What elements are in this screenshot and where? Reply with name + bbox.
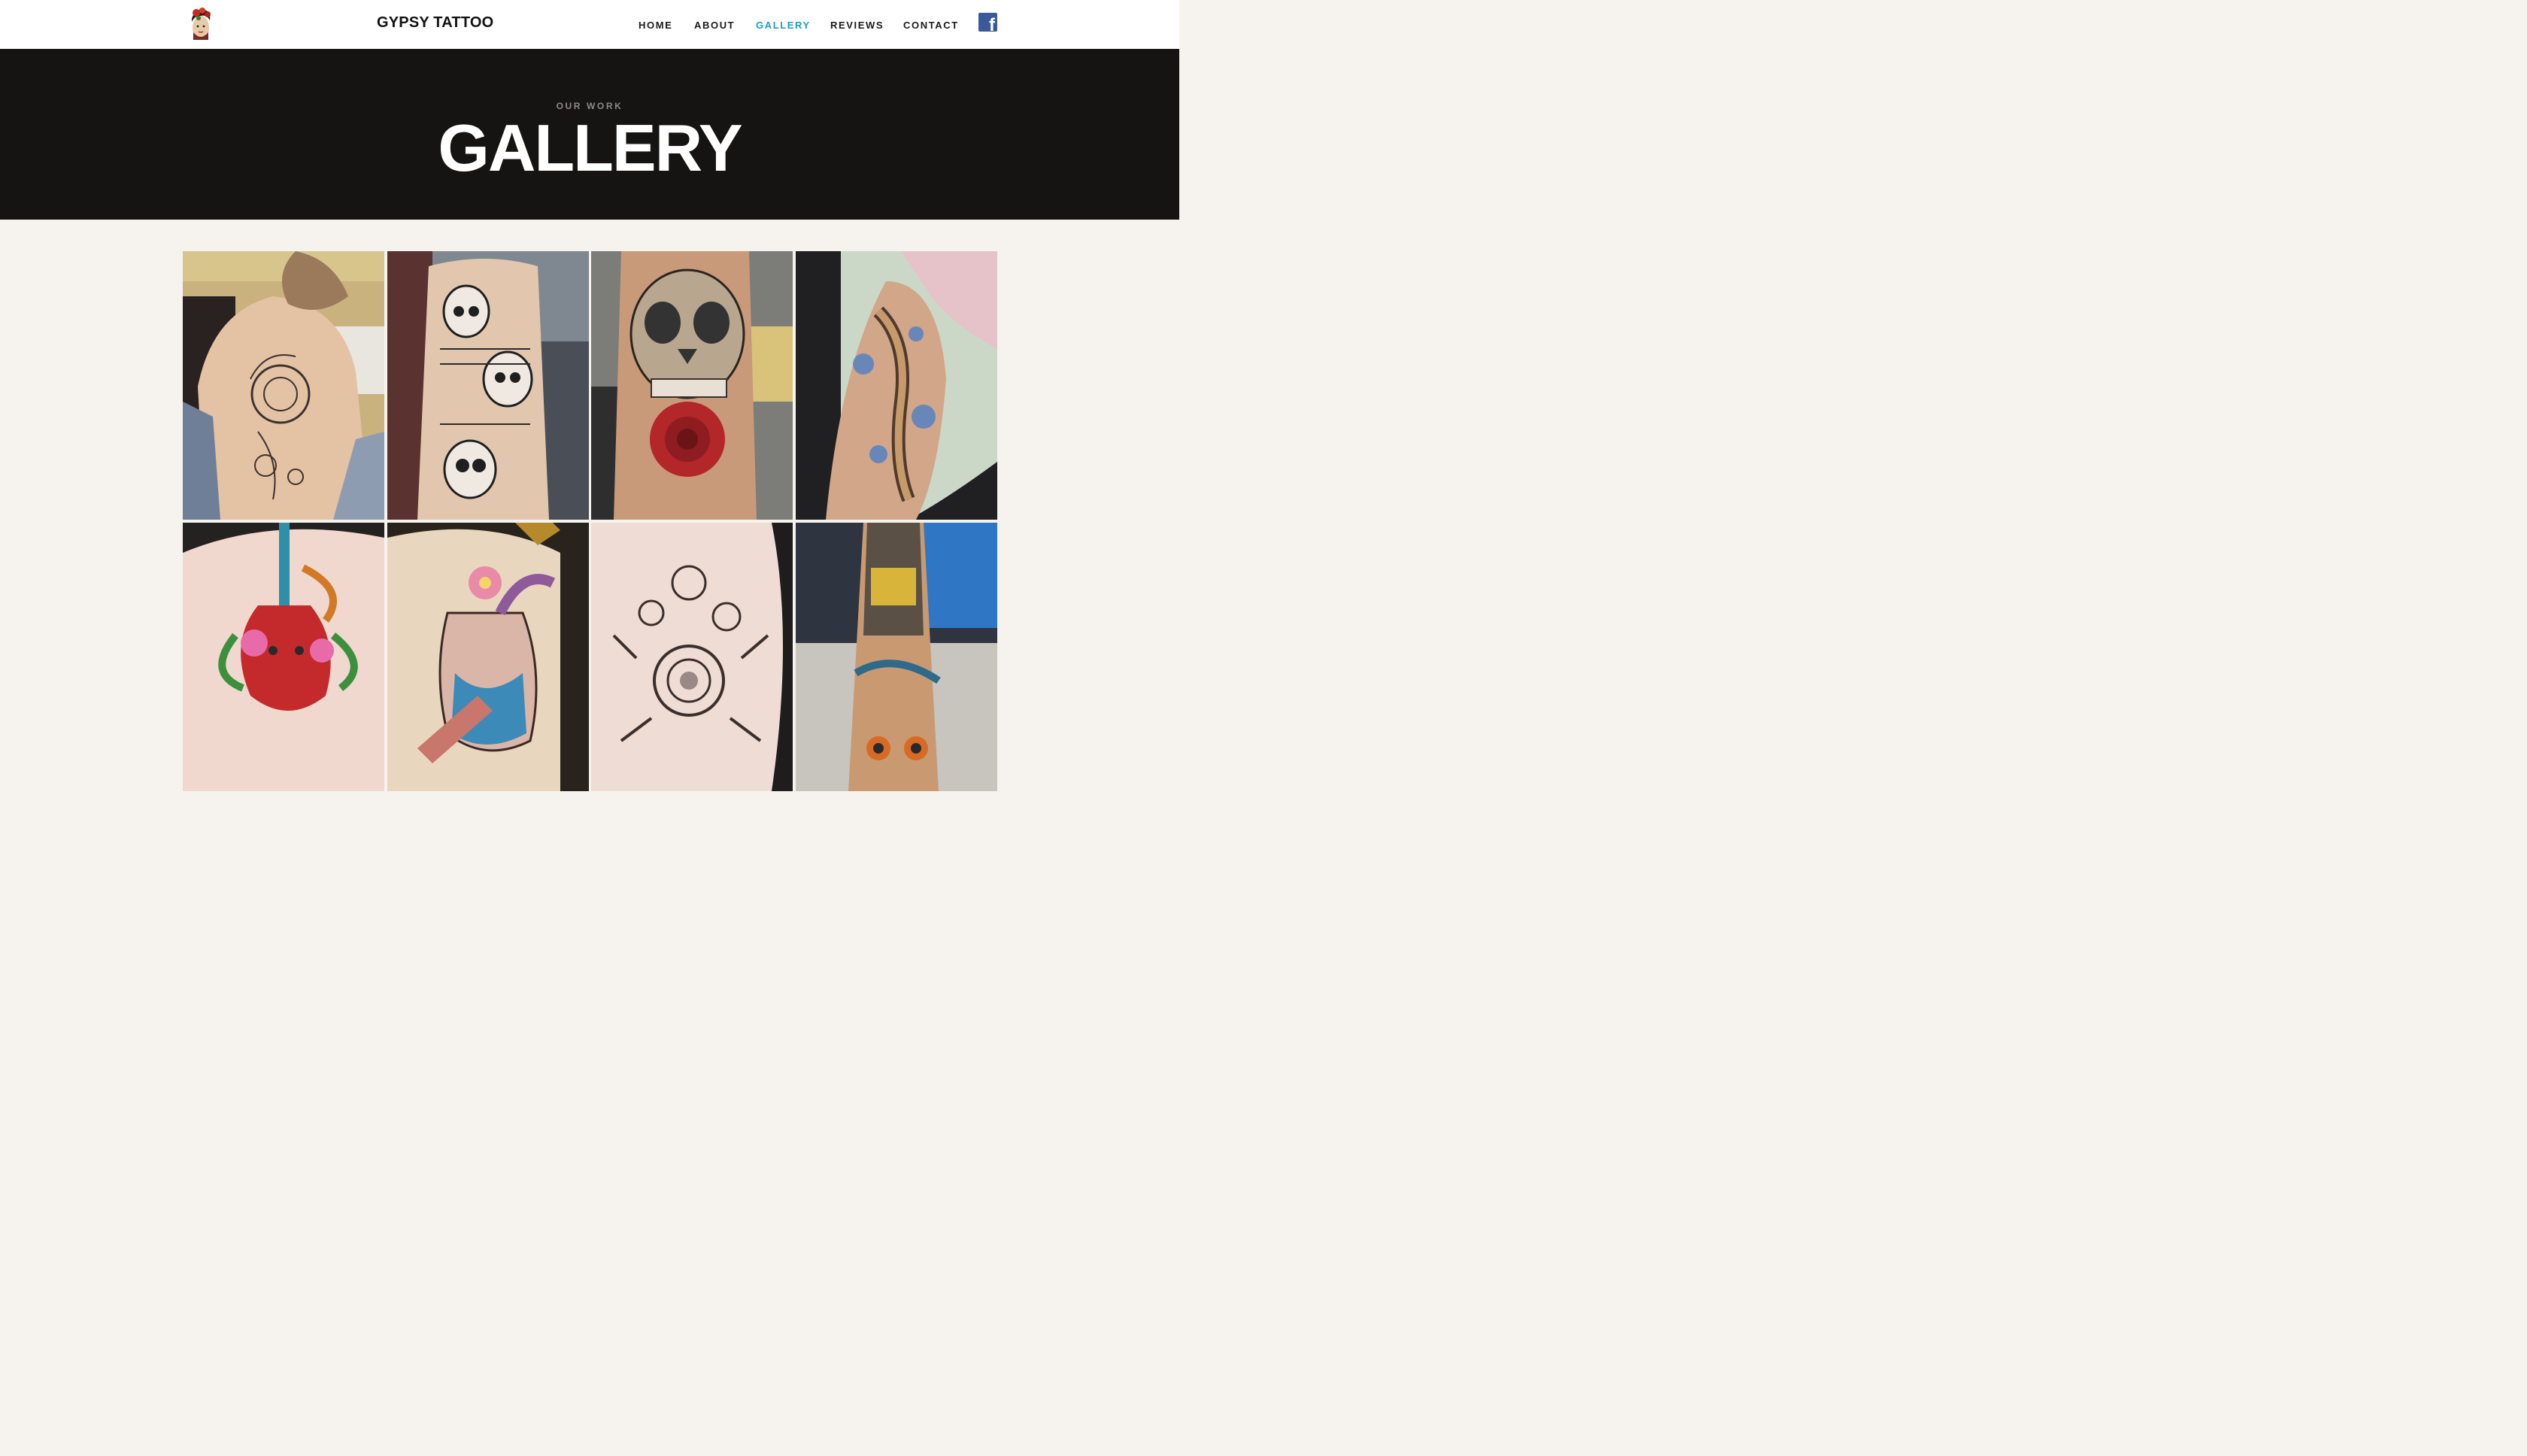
gallery-image-potion-bottle[interactable] xyxy=(387,523,589,791)
hero-banner: OUR WORK GALLERY xyxy=(0,49,1179,220)
facebook-icon[interactable]: f xyxy=(978,13,997,32)
nav-gallery[interactable]: GALLERY xyxy=(756,20,811,31)
nav-about[interactable]: ABOUT xyxy=(694,20,735,31)
page-title: GALLERY xyxy=(438,111,742,185)
gallery-image-koi[interactable] xyxy=(796,251,997,520)
nav-contact[interactable]: CONTACT xyxy=(903,20,959,31)
gallery-image-sleeve[interactable] xyxy=(796,523,997,791)
site-header: GYPSY TATTOO HOME ABOUT GALLERY REVIEWS … xyxy=(0,0,1179,49)
gallery-image-skull-rose[interactable] xyxy=(591,251,793,520)
nav-home[interactable]: HOME xyxy=(639,20,672,31)
hero-eyebrow: OUR WORK xyxy=(556,101,623,111)
gallery-image-snake-dagger[interactable] xyxy=(183,523,384,791)
site-brand[interactable]: GYPSY TATTOO xyxy=(377,14,493,32)
gypsy-portrait-logo-icon[interactable] xyxy=(187,5,214,43)
gallery-image-skeletons[interactable] xyxy=(387,251,589,520)
gallery-image-flower-bloom[interactable] xyxy=(591,523,793,791)
gallery-image-peony-back[interactable] xyxy=(183,251,384,520)
nav-reviews[interactable]: REVIEWS xyxy=(830,20,884,31)
